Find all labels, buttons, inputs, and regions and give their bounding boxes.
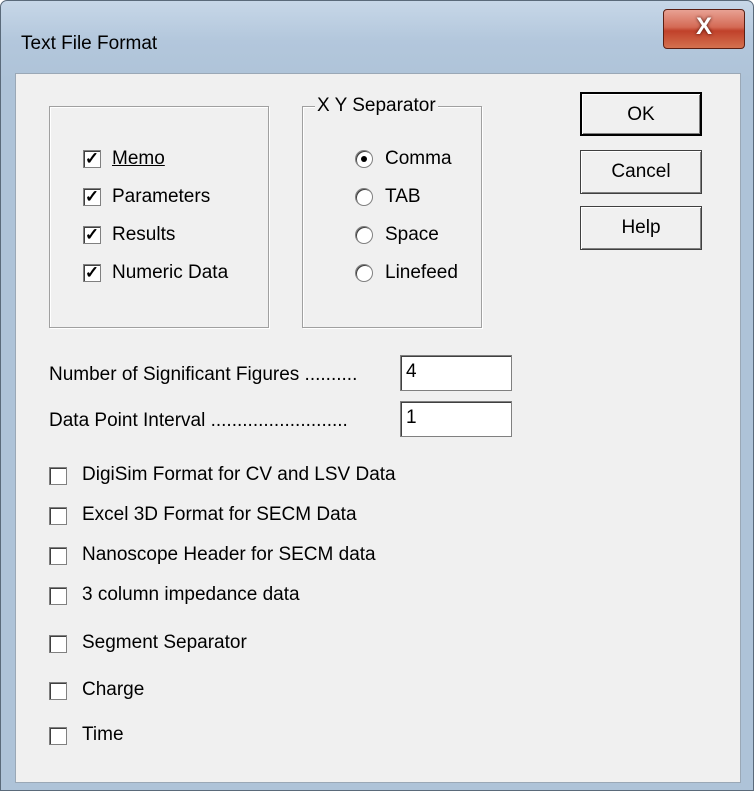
tab-label[interactable]: TAB: [385, 186, 421, 208]
time-checkbox[interactable]: [49, 727, 67, 745]
segment-separator-label[interactable]: Segment Separator: [82, 632, 247, 654]
ok-button[interactable]: OK: [580, 92, 702, 136]
xy-separator-legend: X Y Separator: [315, 95, 438, 117]
parameters-checkbox[interactable]: ✓: [83, 188, 101, 206]
dialog-window: Text File Format X ✓ Memo ✓ Parameters ✓…: [0, 0, 754, 791]
nanoscope-checkbox[interactable]: [49, 547, 67, 565]
cancel-button[interactable]: Cancel: [580, 150, 702, 194]
results-label[interactable]: Results: [112, 224, 175, 246]
space-radio[interactable]: [355, 226, 373, 244]
space-label[interactable]: Space: [385, 224, 439, 246]
linefeed-radio[interactable]: [355, 264, 373, 282]
nanoscope-label[interactable]: Nanoscope Header for SECM data: [82, 544, 376, 566]
results-checkbox[interactable]: ✓: [83, 226, 101, 244]
excel-3d-checkbox[interactable]: [49, 507, 67, 525]
close-icon: X: [695, 13, 712, 40]
interval-label: Data Point Interval ....................…: [49, 410, 348, 431]
sig-figs-input[interactable]: 4: [400, 355, 512, 391]
segment-separator-checkbox[interactable]: [49, 635, 67, 653]
memo-label[interactable]: Memo: [112, 148, 165, 170]
dialog-body: ✓ Memo ✓ Parameters ✓ Results ✓ Numeric …: [15, 73, 741, 783]
numeric-data-label[interactable]: Numeric Data: [112, 262, 252, 284]
comma-radio[interactable]: [355, 150, 373, 168]
sig-figs-label: Number of Significant Figures ..........: [49, 364, 358, 385]
excel-3d-label[interactable]: Excel 3D Format for SECM Data: [82, 504, 357, 526]
help-button[interactable]: Help: [580, 206, 702, 250]
impedance-label[interactable]: 3 column impedance data: [82, 584, 300, 606]
radio-selected-dot: [361, 156, 367, 162]
close-button[interactable]: X: [663, 9, 745, 49]
linefeed-label[interactable]: Linefeed: [385, 262, 458, 284]
numeric-data-checkbox[interactable]: ✓: [83, 264, 101, 282]
interval-input[interactable]: 1: [400, 401, 512, 437]
comma-label[interactable]: Comma: [385, 148, 452, 170]
memo-checkbox[interactable]: ✓: [83, 150, 101, 168]
content-group: ✓ Memo ✓ Parameters ✓ Results ✓ Numeric …: [49, 106, 269, 328]
charge-label[interactable]: Charge: [82, 679, 144, 701]
impedance-checkbox[interactable]: [49, 587, 67, 605]
window-title: Text File Format: [21, 33, 158, 54]
charge-checkbox[interactable]: [49, 682, 67, 700]
xy-separator-group: X Y Separator Comma TAB Space Linefeed: [302, 95, 482, 328]
digisim-label[interactable]: DigiSim Format for CV and LSV Data: [82, 464, 396, 486]
time-label[interactable]: Time: [82, 724, 124, 746]
digisim-checkbox[interactable]: [49, 467, 67, 485]
parameters-label[interactable]: Parameters: [112, 186, 252, 208]
tab-radio[interactable]: [355, 188, 373, 206]
